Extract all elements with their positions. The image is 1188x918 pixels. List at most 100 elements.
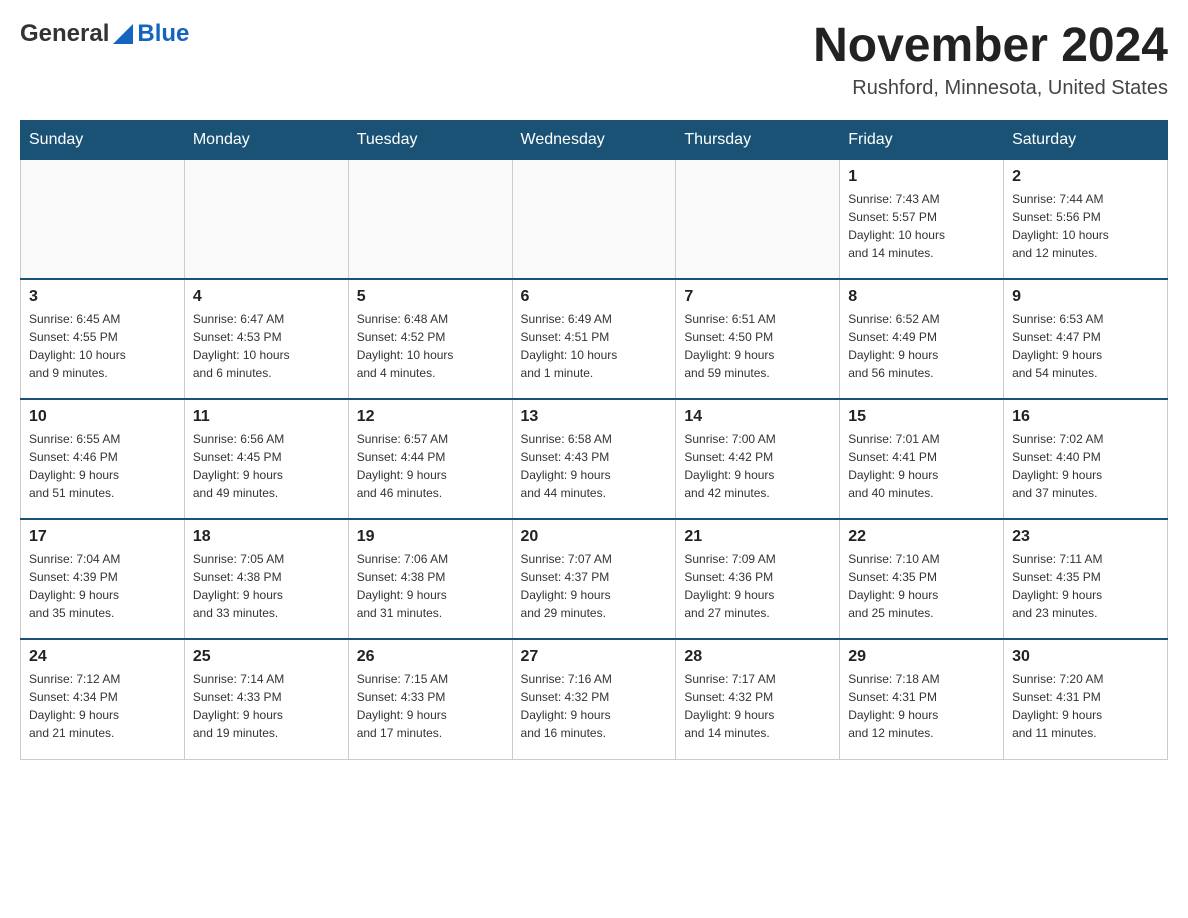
day-number: 10 (29, 408, 176, 426)
calendar-cell: 4 Sunrise: 6:47 AMSunset: 4:53 PMDaylight… (184, 279, 348, 399)
calendar-cell (21, 159, 185, 279)
day-number: 1 (848, 168, 995, 186)
day-info: Sunrise: 7:11 AMSunset: 4:35 PMDaylight:… (1012, 550, 1159, 622)
day-info: Sunrise: 7:14 AMSunset: 4:33 PMDaylight:… (193, 670, 340, 742)
day-number: 25 (193, 648, 340, 666)
day-number: 23 (1012, 528, 1159, 546)
page-header: General Blue November 2024 Rushford, Min… (20, 20, 1168, 100)
calendar-week-2: 3 Sunrise: 6:45 AMSunset: 4:55 PMDaylight… (21, 279, 1168, 399)
calendar-cell: 9 Sunrise: 6:53 AMSunset: 4:47 PMDaylight… (1004, 279, 1168, 399)
logo: General Blue (20, 20, 189, 48)
month-title: November 2024 (813, 20, 1168, 73)
day-info: Sunrise: 7:02 AMSunset: 4:40 PMDaylight:… (1012, 430, 1159, 502)
weekday-header-saturday: Saturday (1004, 120, 1168, 159)
day-number: 5 (357, 288, 504, 306)
day-number: 13 (521, 408, 668, 426)
calendar-week-4: 17 Sunrise: 7:04 AMSunset: 4:39 PMDayligh… (21, 519, 1168, 639)
calendar-cell: 10 Sunrise: 6:55 AMSunset: 4:46 PMDayligh… (21, 399, 185, 519)
calendar-cell: 13 Sunrise: 6:58 AMSunset: 4:43 PMDayligh… (512, 399, 676, 519)
day-number: 21 (684, 528, 831, 546)
calendar-cell: 28Sunrise: 7:17 AMSunset: 4:32 PMDayligh… (676, 639, 840, 759)
day-info: Sunrise: 6:45 AMSunset: 4:55 PMDaylight:… (29, 310, 176, 382)
calendar-table: SundayMondayTuesdayWednesdayThursdayFrid… (20, 120, 1168, 760)
day-info: Sunrise: 7:00 AMSunset: 4:42 PMDaylight:… (684, 430, 831, 502)
day-number: 20 (521, 528, 668, 546)
logo-general-text: General (20, 20, 109, 48)
day-info: Sunrise: 6:51 AMSunset: 4:50 PMDaylight:… (684, 310, 831, 382)
logo-blue-text: Blue (137, 20, 189, 48)
calendar-header-row: SundayMondayTuesdayWednesdayThursdayFrid… (21, 120, 1168, 159)
day-number: 26 (357, 648, 504, 666)
day-number: 22 (848, 528, 995, 546)
day-info: Sunrise: 6:58 AMSunset: 4:43 PMDaylight:… (521, 430, 668, 502)
calendar-cell: 25 Sunrise: 7:14 AMSunset: 4:33 PMDayligh… (184, 639, 348, 759)
day-number: 8 (848, 288, 995, 306)
calendar-cell (184, 159, 348, 279)
day-number: 6 (521, 288, 668, 306)
calendar-cell (512, 159, 676, 279)
calendar-cell: 29 Sunrise: 7:18 AMSunset: 4:31 PMDayligh… (840, 639, 1004, 759)
day-info: Sunrise: 7:17 AMSunset: 4:32 PMDaylight:… (684, 670, 831, 742)
calendar-cell: 15Sunrise: 7:01 AMSunset: 4:41 PMDayligh… (840, 399, 1004, 519)
calendar-week-5: 24Sunrise: 7:12 AMSunset: 4:34 PMDayligh… (21, 639, 1168, 759)
day-info: Sunrise: 7:04 AMSunset: 4:39 PMDaylight:… (29, 550, 176, 622)
calendar-cell: 19Sunrise: 7:06 AMSunset: 4:38 PMDayligh… (348, 519, 512, 639)
weekday-header-thursday: Thursday (676, 120, 840, 159)
calendar-cell: 24Sunrise: 7:12 AMSunset: 4:34 PMDayligh… (21, 639, 185, 759)
day-info: Sunrise: 6:55 AMSunset: 4:46 PMDaylight:… (29, 430, 176, 502)
day-number: 18 (193, 528, 340, 546)
day-number: 15 (848, 408, 995, 426)
calendar-cell: 17 Sunrise: 7:04 AMSunset: 4:39 PMDayligh… (21, 519, 185, 639)
calendar-cell: 11 Sunrise: 6:56 AMSunset: 4:45 PMDayligh… (184, 399, 348, 519)
day-number: 9 (1012, 288, 1159, 306)
day-info: Sunrise: 6:47 AMSunset: 4:53 PMDaylight:… (193, 310, 340, 382)
weekday-header-friday: Friday (840, 120, 1004, 159)
day-info: Sunrise: 7:07 AMSunset: 4:37 PMDaylight:… (521, 550, 668, 622)
day-info: Sunrise: 7:12 AMSunset: 4:34 PMDaylight:… (29, 670, 176, 742)
day-number: 14 (684, 408, 831, 426)
day-info: Sunrise: 6:57 AMSunset: 4:44 PMDaylight:… (357, 430, 504, 502)
calendar-cell: 14 Sunrise: 7:00 AMSunset: 4:42 PMDayligh… (676, 399, 840, 519)
calendar-cell: 26 Sunrise: 7:15 AMSunset: 4:33 PMDayligh… (348, 639, 512, 759)
day-number: 3 (29, 288, 176, 306)
day-info: Sunrise: 7:06 AMSunset: 4:38 PMDaylight:… (357, 550, 504, 622)
calendar-cell: 20 Sunrise: 7:07 AMSunset: 4:37 PMDayligh… (512, 519, 676, 639)
calendar-cell: 30 Sunrise: 7:20 AMSunset: 4:31 PMDayligh… (1004, 639, 1168, 759)
day-info: Sunrise: 7:15 AMSunset: 4:33 PMDaylight:… (357, 670, 504, 742)
title-section: November 2024 Rushford, Minnesota, Unite… (813, 20, 1168, 100)
calendar-cell: 22 Sunrise: 7:10 AMSunset: 4:35 PMDayligh… (840, 519, 1004, 639)
weekday-header-sunday: Sunday (21, 120, 185, 159)
day-info: Sunrise: 7:44 AMSunset: 5:56 PMDaylight:… (1012, 190, 1159, 262)
day-info: Sunrise: 6:56 AMSunset: 4:45 PMDaylight:… (193, 430, 340, 502)
calendar-week-3: 10 Sunrise: 6:55 AMSunset: 4:46 PMDayligh… (21, 399, 1168, 519)
day-number: 7 (684, 288, 831, 306)
calendar-cell: 12 Sunrise: 6:57 AMSunset: 4:44 PMDayligh… (348, 399, 512, 519)
day-info: Sunrise: 6:53 AMSunset: 4:47 PMDaylight:… (1012, 310, 1159, 382)
calendar-cell: 5 Sunrise: 6:48 AMSunset: 4:52 PMDaylight… (348, 279, 512, 399)
day-number: 30 (1012, 648, 1159, 666)
day-info: Sunrise: 6:52 AMSunset: 4:49 PMDaylight:… (848, 310, 995, 382)
calendar-cell: 27Sunrise: 7:16 AMSunset: 4:32 PMDayligh… (512, 639, 676, 759)
calendar-cell: 16Sunrise: 7:02 AMSunset: 4:40 PMDayligh… (1004, 399, 1168, 519)
day-info: Sunrise: 7:18 AMSunset: 4:31 PMDaylight:… (848, 670, 995, 742)
calendar-cell: 23 Sunrise: 7:11 AMSunset: 4:35 PMDayligh… (1004, 519, 1168, 639)
weekday-header-monday: Monday (184, 120, 348, 159)
weekday-header-wednesday: Wednesday (512, 120, 676, 159)
day-info: Sunrise: 7:20 AMSunset: 4:31 PMDaylight:… (1012, 670, 1159, 742)
calendar-cell: 8 Sunrise: 6:52 AMSunset: 4:49 PMDaylight… (840, 279, 1004, 399)
day-info: Sunrise: 6:49 AMSunset: 4:51 PMDaylight:… (521, 310, 668, 382)
day-info: Sunrise: 7:10 AMSunset: 4:35 PMDaylight:… (848, 550, 995, 622)
day-number: 29 (848, 648, 995, 666)
calendar-cell (348, 159, 512, 279)
day-info: Sunrise: 6:48 AMSunset: 4:52 PMDaylight:… (357, 310, 504, 382)
day-number: 4 (193, 288, 340, 306)
day-info: Sunrise: 7:05 AMSunset: 4:38 PMDaylight:… (193, 550, 340, 622)
day-number: 11 (193, 408, 340, 426)
day-info: Sunrise: 7:43 AMSunset: 5:57 PMDaylight:… (848, 190, 995, 262)
calendar-cell: 21Sunrise: 7:09 AMSunset: 4:36 PMDayligh… (676, 519, 840, 639)
calendar-cell: 1 Sunrise: 7:43 AMSunset: 5:57 PMDaylight… (840, 159, 1004, 279)
day-number: 17 (29, 528, 176, 546)
calendar-cell: 2 Sunrise: 7:44 AMSunset: 5:56 PMDaylight… (1004, 159, 1168, 279)
day-number: 12 (357, 408, 504, 426)
day-number: 2 (1012, 168, 1159, 186)
